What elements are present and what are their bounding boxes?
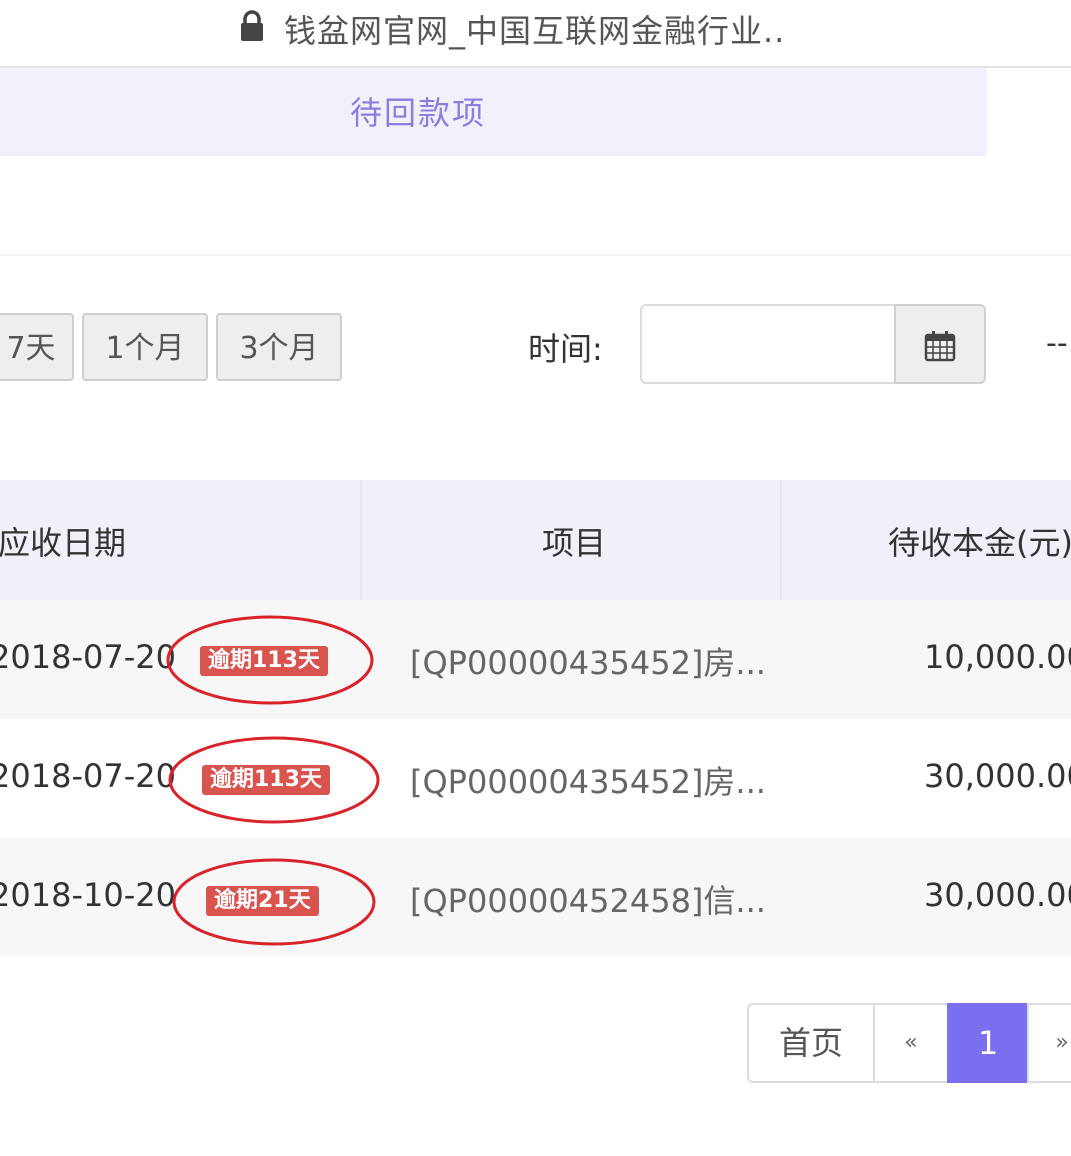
table-row: 2018-07-20 逾期113天 [QP00000435452]房... 10… — [0, 600, 1071, 719]
page-title: 钱盆网官网_中国互联网金融行业.. — [284, 12, 786, 50]
table-header: 应收日期 项目 待收本金(元) — [0, 480, 1071, 600]
row-due-date: 2018-07-20 — [0, 757, 176, 795]
header-project: 项目 — [542, 524, 607, 562]
row-project-link[interactable]: [QP00000435452]房... — [410, 757, 766, 803]
pagination-next-button[interactable]: » — [1027, 1003, 1071, 1083]
annotation-circle — [168, 736, 380, 824]
table-row: 2018-10-20 逾期21天 [QP00000452458]信... 30,… — [0, 838, 1071, 957]
time-label: 时间: — [528, 330, 603, 368]
calendar-button[interactable] — [894, 304, 986, 384]
page: 钱盆网官网_中国互联网金融行业.. 待回款项 7天 1个月 3个月 时间: --… — [0, 0, 1071, 1156]
row-due-date: 2018-07-20 — [0, 638, 176, 676]
column-divider — [360, 480, 362, 600]
column-divider — [780, 480, 782, 600]
header-principal: 待收本金(元) — [888, 524, 1071, 562]
lock-icon — [241, 10, 263, 41]
pagination-page-1[interactable]: 1 — [947, 1003, 1029, 1083]
annotation-circle — [172, 858, 376, 946]
annotation-circle — [166, 615, 374, 705]
pagination-first-button[interactable]: 首页 — [747, 1003, 875, 1083]
table-row: 2018-07-20 逾期113天 [QP00000435452]房... 30… — [0, 719, 1071, 838]
range-1-month-button[interactable]: 1个月 — [82, 313, 208, 381]
row-due-date: 2018-10-20 — [0, 876, 176, 914]
row-principal: 10,000.00 — [924, 638, 1071, 676]
date-range-separator: -- — [1046, 326, 1068, 361]
divider — [0, 254, 1071, 256]
start-date-input[interactable] — [640, 304, 896, 384]
calendar-icon — [924, 331, 956, 362]
row-project-link[interactable]: [QP00000452458]信... — [410, 876, 766, 922]
row-principal: 30,000.00 — [924, 876, 1071, 914]
range-7-days-button[interactable]: 7天 — [0, 313, 74, 381]
tab-strip: 待回款项 — [0, 68, 987, 156]
range-3-months-button[interactable]: 3个月 — [216, 313, 342, 381]
row-project-link[interactable]: [QP00000435452]房... — [410, 638, 766, 684]
header-due-date: 应收日期 — [0, 524, 127, 562]
pagination-prev-button[interactable]: « — [873, 1003, 949, 1083]
row-principal: 30,000.00 — [924, 757, 1071, 795]
tab-other[interactable] — [987, 68, 1071, 156]
browser-title-bar: 钱盆网官网_中国互联网金融行业.. — [0, 0, 1071, 68]
tab-pending-repayment[interactable]: 待回款项 — [350, 88, 486, 134]
